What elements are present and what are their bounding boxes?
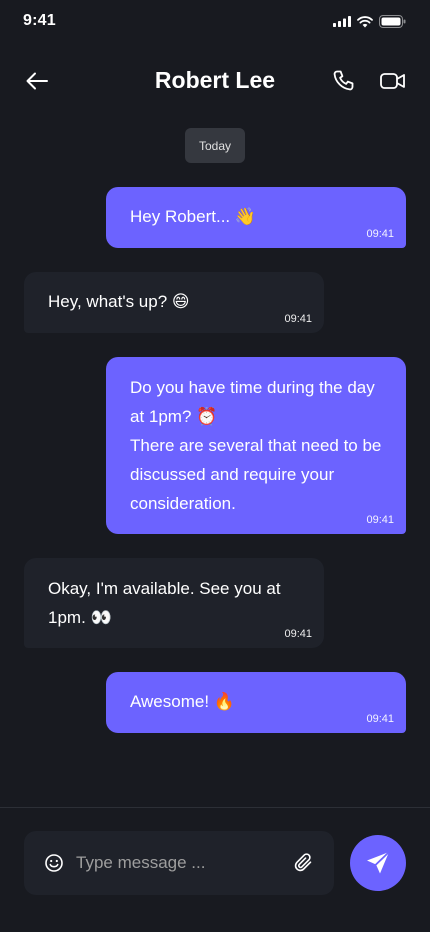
emoji-button[interactable] (44, 853, 64, 873)
message-text: Hey, what's up? 😄 (48, 292, 190, 311)
attach-button[interactable] (294, 853, 314, 873)
message-text: Hey Robert... 👋 (130, 207, 257, 226)
message-time: 09:41 (366, 713, 394, 725)
send-button[interactable] (350, 835, 406, 891)
phone-icon (333, 70, 354, 91)
video-call-button[interactable] (378, 66, 408, 96)
message-time: 09:41 (284, 313, 312, 325)
video-icon (380, 73, 405, 89)
message-time: 09:41 (284, 628, 312, 640)
send-icon (367, 851, 390, 874)
message-text: Okay, I'm available. See you at 1pm. 👀 (48, 579, 281, 627)
signal-icon (333, 16, 351, 27)
date-separator: Today (185, 128, 245, 163)
chat-header: Robert Lee (0, 56, 430, 104)
message-text: Do you have time during the day at 1pm? … (130, 378, 382, 513)
smiley-icon (45, 854, 63, 872)
message-sent[interactable]: Do you have time during the day at 1pm? … (106, 357, 406, 534)
message-received[interactable]: Okay, I'm available. See you at 1pm. 👀 0… (24, 558, 324, 648)
message-sent[interactable]: Awesome! 🔥 09:41 (106, 672, 406, 733)
voice-call-button[interactable] (329, 66, 359, 96)
message-composer (24, 831, 334, 895)
message-text: Awesome! 🔥 (130, 692, 235, 711)
contact-name: Robert Lee (154, 67, 276, 93)
wifi-icon (357, 15, 373, 27)
message-time: 09:41 (366, 514, 394, 526)
message-input[interactable] (76, 847, 286, 879)
status-icons (333, 15, 406, 28)
status-time: 9:41 (23, 12, 56, 29)
message-sent[interactable]: Hey Robert... 👋 09:41 (106, 187, 406, 248)
status-bar: 9:41 (0, 0, 430, 44)
battery-icon (379, 15, 406, 28)
message-time: 09:41 (366, 228, 394, 240)
composer-divider (0, 807, 430, 808)
paperclip-icon (294, 853, 312, 872)
message-received[interactable]: Hey, what's up? 😄 09:41 (24, 272, 324, 333)
